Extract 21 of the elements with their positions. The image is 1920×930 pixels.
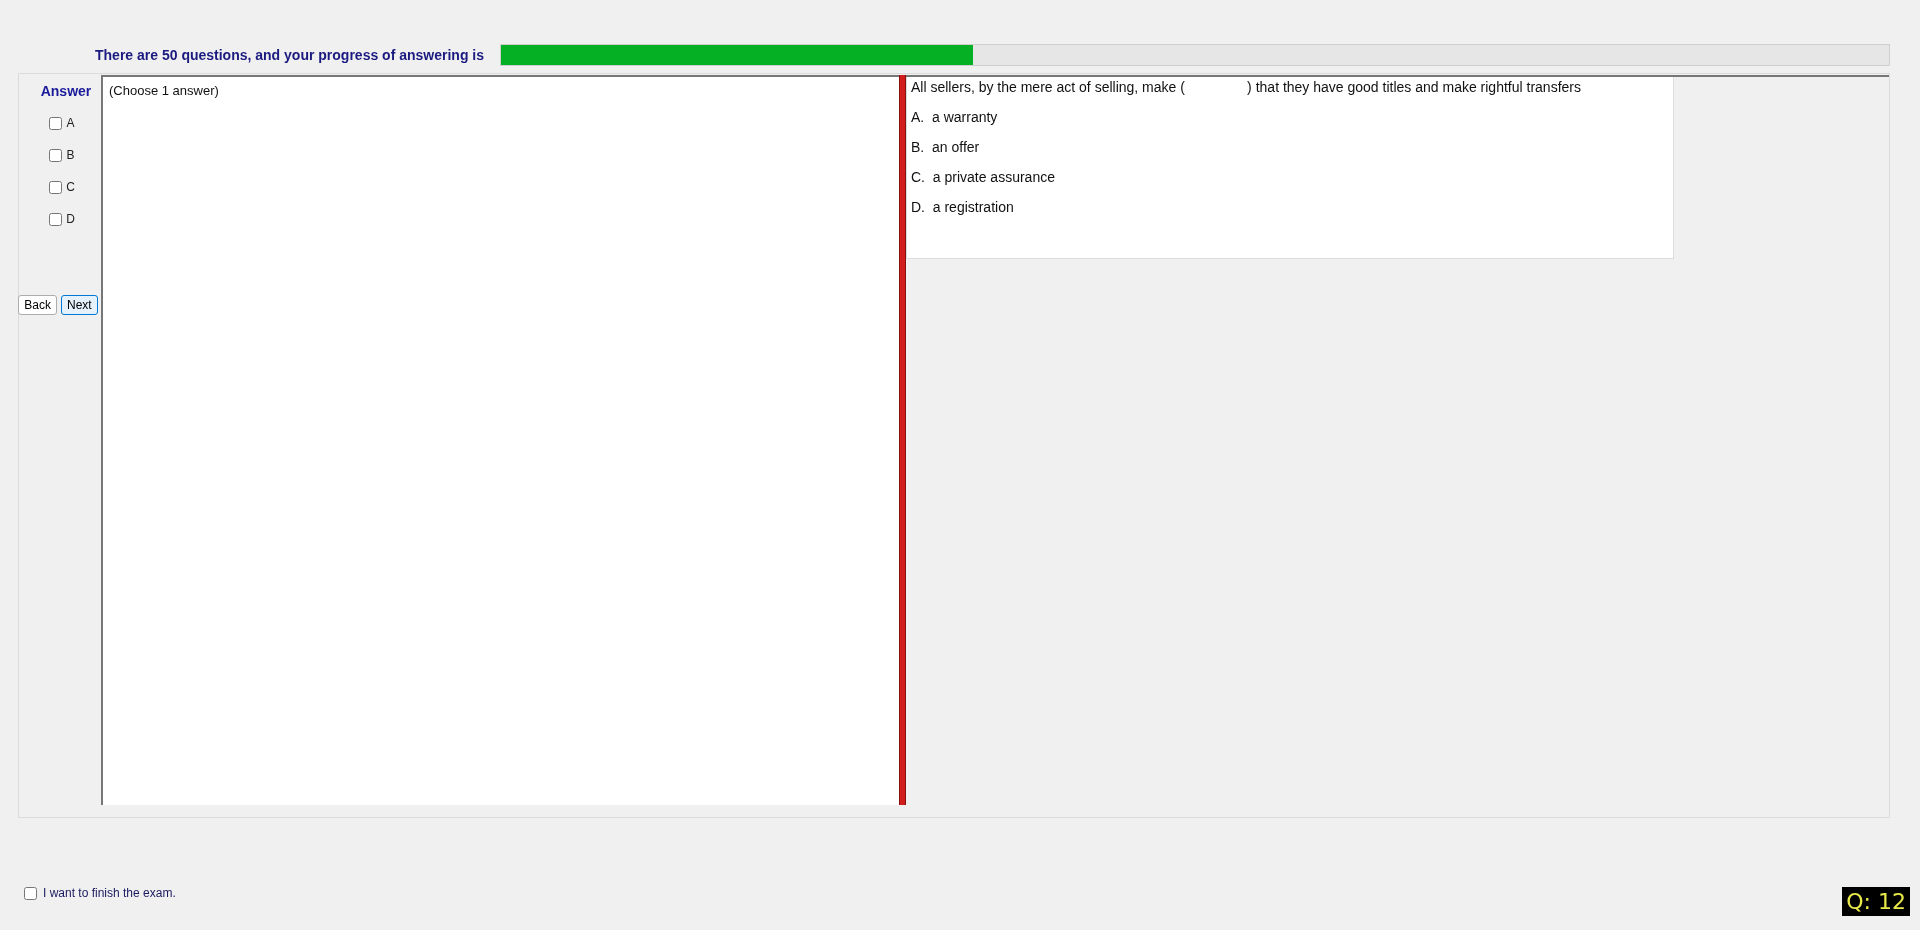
question-counter: Q: 12 [1842, 887, 1910, 916]
answer-checkbox[interactable] [49, 212, 63, 226]
option-label: A [66, 116, 75, 130]
choice-text: C. a private assurance [911, 169, 1056, 185]
nav-button[interactable]: Next [61, 295, 98, 315]
answer-checkbox[interactable] [49, 116, 63, 130]
finish-checkbox[interactable] [24, 886, 37, 900]
question-text: All sellers, by the mere act of selling, make ( ) that they have good titles and make rightful transfers [911, 79, 1582, 95]
choice-text: A. a warranty [911, 109, 999, 125]
instruction-text: (Choose 1 answer) [109, 83, 219, 98]
answer-title: Answer [40, 83, 92, 99]
answer-checkbox[interactable] [49, 180, 63, 194]
choice-text: B. an offer [911, 139, 981, 155]
finish-label: I want to finish the exam. [43, 886, 176, 900]
option-label: B [66, 148, 75, 162]
nav-button[interactable]: Back [18, 295, 57, 315]
answer-checkbox[interactable] [49, 148, 63, 162]
option-label: C [66, 180, 75, 194]
choice-text: D. a registration [911, 199, 1015, 215]
option-label: D [66, 212, 75, 226]
progress-label: There are 50 questions, and your progress of answering is [95, 47, 484, 63]
